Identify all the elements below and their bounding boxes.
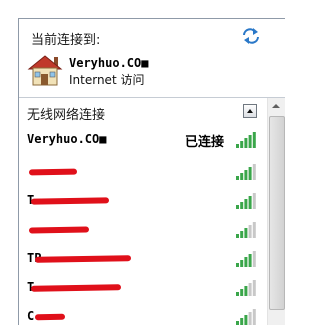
signal-strength-icon <box>236 193 256 209</box>
signal-bar <box>240 202 244 209</box>
section-title: 无线网络连接 <box>27 108 106 123</box>
redaction-mark <box>28 226 90 234</box>
network-row[interactable]: Veryhuo.CO■ 已连接 <box>19 129 267 153</box>
redaction-mark <box>30 197 110 205</box>
network-row[interactable]: T <box>19 190 267 214</box>
signal-bar <box>252 132 256 148</box>
connection-status: 已连接 <box>185 135 225 150</box>
signal-bar <box>240 141 244 148</box>
signal-bar <box>240 173 244 180</box>
signal-bar <box>244 199 248 209</box>
signal-bar <box>252 164 256 180</box>
redaction-mark <box>34 255 132 263</box>
network-row[interactable]: C <box>19 306 267 330</box>
signal-strength-icon <box>236 222 256 238</box>
signal-bar <box>248 167 252 180</box>
signal-bar <box>252 222 256 238</box>
signal-strength-icon <box>236 309 256 325</box>
refresh-icon[interactable] <box>241 27 261 45</box>
network-name: C <box>27 309 35 323</box>
signal-bar <box>240 289 244 296</box>
signal-strength-icon <box>236 280 256 296</box>
signal-strength-icon <box>236 132 256 148</box>
scroll-up-button[interactable] <box>268 98 285 115</box>
vertical-scrollbar[interactable] <box>267 98 285 325</box>
redaction-mark <box>34 313 66 321</box>
signal-bar <box>244 138 248 148</box>
signal-bar <box>248 283 252 296</box>
network-row[interactable]: T <box>19 277 267 301</box>
network-name: Veryhuo.CO■ <box>27 132 107 146</box>
signal-bar <box>240 260 244 267</box>
signal-strength-icon <box>236 164 256 180</box>
collapse-section-button[interactable] <box>243 104 257 118</box>
current-access-status: Internet 访问 <box>69 73 145 87</box>
signal-bar <box>252 251 256 267</box>
redaction-mark <box>30 284 122 292</box>
current-network-name: Veryhuo.CO■ <box>69 56 149 70</box>
signal-bar <box>248 196 252 209</box>
signal-bar <box>244 286 248 296</box>
signal-bar <box>236 292 239 296</box>
network-row[interactable] <box>19 161 267 185</box>
signal-bar <box>244 170 248 180</box>
signal-bar <box>252 309 256 325</box>
current-connection-label: 当前连接到: <box>31 33 101 48</box>
signal-bar <box>236 176 239 180</box>
signal-bar <box>248 225 252 238</box>
redaction-mark <box>28 168 78 176</box>
signal-bar <box>252 193 256 209</box>
signal-bar <box>236 321 239 325</box>
network-flyout: 当前连接到: Veryhuo.CO■ Internet 访问 无线网络连接 Ve… <box>18 18 285 325</box>
scroll-thumb[interactable] <box>269 116 285 310</box>
signal-bar <box>248 135 252 148</box>
signal-bar <box>248 254 252 267</box>
signal-bar <box>236 205 239 209</box>
house-network-icon <box>27 55 63 86</box>
signal-bar <box>236 263 239 267</box>
signal-bar <box>248 312 252 325</box>
network-row[interactable] <box>19 219 267 243</box>
signal-bar <box>244 257 248 267</box>
signal-bar <box>236 144 239 148</box>
signal-bar <box>240 231 244 238</box>
signal-strength-icon <box>236 251 256 267</box>
signal-bar <box>252 280 256 296</box>
wireless-network-list: 无线网络连接 Veryhuo.CO■ 已连接 T TP <box>19 98 267 325</box>
network-row[interactable]: TP <box>19 248 267 272</box>
signal-bar <box>236 234 239 238</box>
signal-bar <box>244 228 248 238</box>
